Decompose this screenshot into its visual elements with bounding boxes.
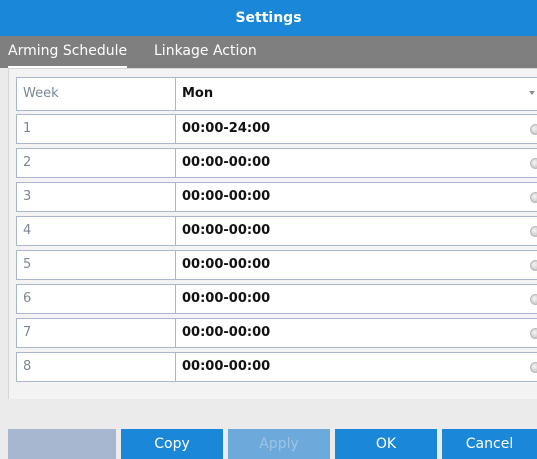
ok-button[interactable]: OK: [335, 429, 437, 459]
footer-spacer: [0, 399, 537, 429]
dialog-title: Settings: [0, 0, 537, 36]
cancel-button[interactable]: Cancel: [442, 429, 537, 459]
period-number: 1: [17, 115, 176, 143]
settings-dialog: Settings Arming Schedule Linkage Action …: [0, 0, 537, 459]
week-row: Week Mon: [16, 77, 537, 111]
period-time-input[interactable]: 00:00-00:00: [182, 251, 270, 279]
period-row: 5 00:00-00:00: [16, 250, 537, 280]
period-number: 7: [17, 319, 176, 347]
period-time-input[interactable]: 00:00-00:00: [182, 353, 270, 381]
period-row: 6 00:00-00:00: [16, 284, 537, 314]
clear-period-icon[interactable]: [530, 192, 537, 203]
clear-period-icon[interactable]: [530, 260, 537, 271]
period-number: 8: [17, 353, 176, 381]
dropdown-arrow-icon[interactable]: [529, 91, 535, 95]
tab-arming-schedule[interactable]: Arming Schedule: [8, 36, 128, 68]
period-row: 4 00:00-00:00: [16, 216, 537, 246]
clear-period-icon[interactable]: [530, 124, 537, 135]
period-row: 3 00:00-00:00: [16, 182, 537, 212]
period-time-input[interactable]: 00:00-00:00: [182, 183, 270, 211]
period-row: 7 00:00-00:00: [16, 318, 537, 348]
week-select[interactable]: Mon: [182, 78, 213, 110]
clear-period-icon[interactable]: [530, 158, 537, 169]
tab-linkage-action[interactable]: Linkage Action: [154, 36, 257, 66]
clear-period-icon[interactable]: [530, 226, 537, 237]
apply-button[interactable]: Apply: [228, 429, 330, 459]
period-row: 1 00:00-24:00: [16, 114, 537, 144]
tab-bar: Arming Schedule Linkage Action: [0, 36, 537, 68]
period-time-input[interactable]: 00:00-00:00: [182, 319, 270, 347]
period-number: 3: [17, 183, 176, 211]
period-time-input[interactable]: 00:00-24:00: [182, 115, 270, 143]
copy-button[interactable]: Copy: [121, 429, 223, 459]
period-number: 6: [17, 285, 176, 313]
period-number: 2: [17, 149, 176, 177]
clear-period-icon[interactable]: [530, 294, 537, 305]
blank-button-slot: [8, 429, 116, 459]
button-bar: Copy Apply OK Cancel: [0, 429, 537, 459]
schedule-panel: Week Mon 1 00:00-24:00 2 00:00-00:00 3 0…: [8, 68, 537, 399]
week-label: Week: [17, 78, 176, 110]
clear-period-icon[interactable]: [530, 362, 537, 373]
period-time-input[interactable]: 00:00-00:00: [182, 285, 270, 313]
clear-period-icon[interactable]: [530, 328, 537, 339]
period-row: 8 00:00-00:00: [16, 352, 537, 382]
period-row: 2 00:00-00:00: [16, 148, 537, 178]
period-time-input[interactable]: 00:00-00:00: [182, 217, 270, 245]
period-number: 4: [17, 217, 176, 245]
period-time-input[interactable]: 00:00-00:00: [182, 149, 270, 177]
period-number: 5: [17, 251, 176, 279]
